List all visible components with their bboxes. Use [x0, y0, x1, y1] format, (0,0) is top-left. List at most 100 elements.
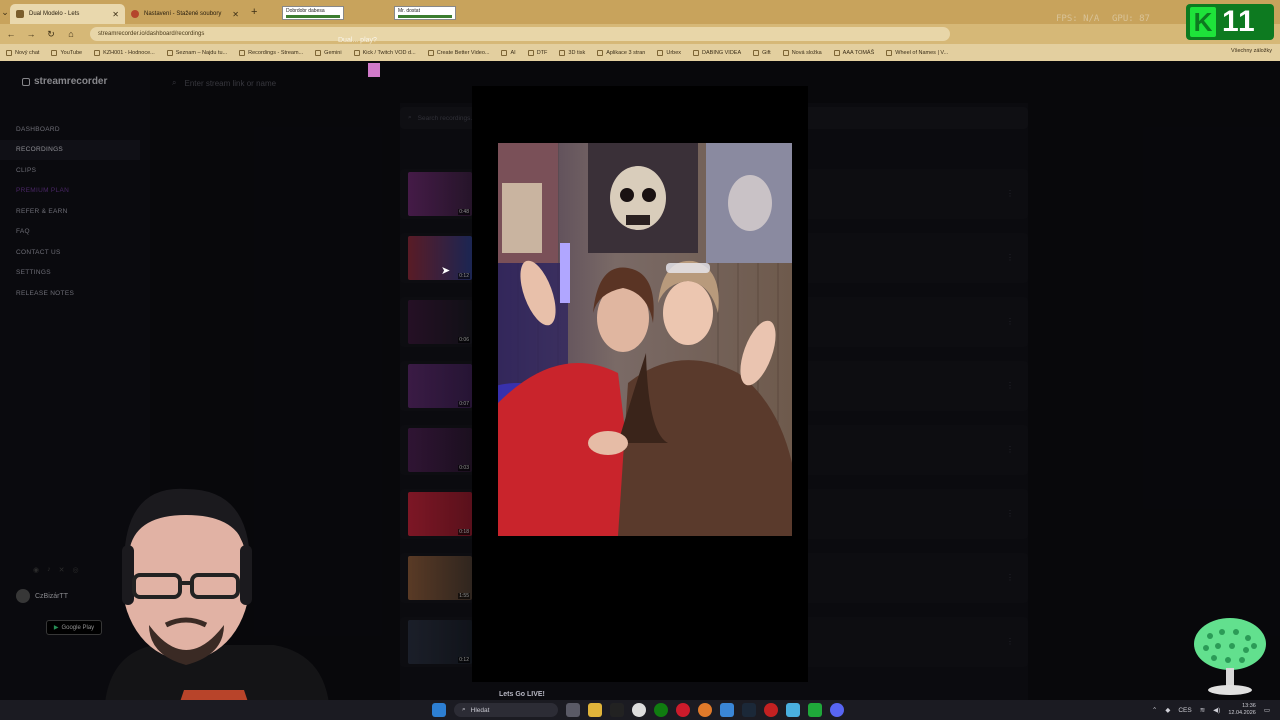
bookmark-item[interactable]: Create Better Video... — [427, 49, 489, 56]
tab-favicon-icon — [16, 10, 24, 18]
folder-icon — [427, 49, 434, 56]
bookmark-label: AAA TOMÁŠ — [842, 49, 875, 56]
folder-icon — [886, 49, 893, 56]
home-icon[interactable]: ⌂ — [66, 29, 76, 39]
address-bar: ← → ↻ ⌂ streamrecorder.io/dashboard/reco… — [0, 24, 1280, 44]
bookmark-item[interactable]: Aplikace 3 stran — [597, 49, 646, 56]
mini-window-bar — [286, 15, 340, 18]
bookmark-item[interactable]: Gift — [753, 49, 771, 56]
bookmark-item[interactable]: Wheel of Names | V... — [886, 49, 949, 56]
file-explorer-icon[interactable] — [588, 703, 602, 717]
gpu-readout: GPU: 87 — [1112, 14, 1150, 24]
folder-icon — [51, 49, 58, 56]
folder-icon — [239, 49, 246, 56]
bookmark-label: 3D tisk — [568, 49, 586, 56]
bookmark-item[interactable]: DABING VIDEA — [693, 49, 742, 56]
tab-active[interactable]: Dual Modelo - Lets ✕ — [10, 4, 125, 24]
forward-icon[interactable]: → — [26, 29, 36, 39]
bookmark-item[interactable]: DTF — [527, 49, 547, 56]
gear-icon — [131, 10, 139, 18]
close-icon[interactable]: ✕ — [232, 10, 239, 19]
folder-icon — [753, 49, 760, 56]
media-player-icon[interactable] — [808, 703, 822, 717]
bookmark-label: Urbex — [666, 49, 682, 56]
back-icon[interactable]: ← — [6, 29, 16, 39]
bookmark-item[interactable]: YouTube — [51, 49, 83, 56]
folder-icon — [559, 49, 566, 56]
bookmark-item[interactable]: KZH001 - Hodnoce... — [94, 49, 155, 56]
close-icon[interactable]: ✕ — [112, 10, 119, 19]
all-bookmarks-link[interactable]: Všechny záložky — [1231, 48, 1272, 54]
bookmark-label: Gift — [762, 49, 771, 56]
tray-app-icon[interactable]: ◆ — [1165, 706, 1170, 714]
bookmark-item[interactable]: Seznam – Najdu tu... — [166, 49, 227, 56]
tab-title: Nastavení - Stažené soubory — [144, 11, 222, 17]
folder-icon — [315, 49, 322, 56]
video-still — [498, 143, 792, 536]
folder-icon — [6, 49, 12, 56]
bookmark-label: Recordings - Stream... — [248, 49, 304, 56]
floating-label: Dual... play? — [338, 37, 377, 44]
search-icon: ⌕ — [462, 706, 466, 713]
tab-menu-icon[interactable]: ⌄ — [0, 7, 10, 18]
recording-title[interactable]: Lets Go LIVE! — [499, 691, 545, 698]
clock[interactable]: 13:36 12.04.2026 — [1228, 703, 1256, 717]
folder-icon — [501, 49, 508, 56]
recorder-icon[interactable] — [764, 703, 778, 717]
url-field[interactable]: streamrecorder.io/dashboard/recordings — [90, 27, 950, 41]
chevron-up-icon[interactable]: ⌃ — [1152, 706, 1157, 714]
folder-icon — [657, 49, 664, 56]
video-frame[interactable] — [498, 143, 792, 536]
bookmark-item[interactable]: Kick / Twitch VOD d... — [353, 49, 416, 56]
tab-title: Dual Modelo - Lets — [29, 11, 80, 17]
bookmark-item[interactable]: Gemini — [315, 49, 342, 56]
xbox-icon[interactable] — [654, 703, 668, 717]
bookmark-item[interactable]: AAA TOMÁŠ — [833, 49, 875, 56]
goblet-icon — [1194, 618, 1266, 695]
steam-icon[interactable] — [742, 703, 756, 717]
wifi-icon[interactable]: ≋ — [1200, 706, 1205, 714]
notepad-icon[interactable] — [786, 703, 800, 717]
bookmark-item[interactable]: AI — [501, 49, 516, 56]
bookmark-item[interactable]: Urbex — [657, 49, 682, 56]
bookmarks-bar: Nový chat YouTube KZH001 - Hodnoce... Sezna… — [0, 44, 1280, 61]
bookmark-label: DABING VIDEA — [702, 49, 742, 56]
volume-icon[interactable]: ◀) — [1213, 706, 1220, 714]
bookmark-item[interactable]: Nový chat — [6, 49, 40, 56]
folder-icon — [833, 49, 840, 56]
bookmark-label: Aplikace 3 stran — [606, 49, 646, 56]
bookmark-item[interactable]: Recordings - Stream... — [239, 49, 304, 56]
webcam-overlay — [94, 475, 340, 720]
taskbar-search[interactable]: ⌕ Hledat — [454, 703, 558, 717]
task-view-icon[interactable] — [566, 703, 580, 717]
reload-icon[interactable]: ↻ — [46, 29, 56, 40]
windows-start-icon[interactable] — [432, 703, 446, 717]
badge-number: 11 — [1222, 5, 1256, 38]
folder-icon — [166, 49, 173, 56]
folder-icon — [597, 49, 604, 56]
score-badge: K 11 — [1186, 4, 1274, 40]
browser-icon[interactable] — [698, 703, 712, 717]
tiktok-app-icon[interactable] — [610, 703, 624, 717]
pinned-app-icon — [368, 63, 380, 77]
mini-window-title: Mr. dostat — [398, 8, 420, 14]
tab-inactive[interactable]: Nastavení - Stažené soubory ✕ — [125, 4, 245, 24]
new-tab-button[interactable]: + — [245, 6, 263, 18]
app-icon[interactable] — [720, 703, 734, 717]
bookmark-label: Nový chat — [15, 49, 40, 56]
discord-app-icon[interactable] — [830, 703, 844, 717]
bookmark-item[interactable]: Nová složka — [782, 49, 822, 56]
taskbar: ⌕ Hledat ⌃ ◆ CES ≋ ◀) 13:36 12.04.2026 ▭ — [0, 700, 1280, 720]
bookmark-item[interactable]: 3D tisk — [559, 49, 586, 56]
chatgpt-icon[interactable] — [632, 703, 646, 717]
bookmark-label: Kick / Twitch VOD d... — [362, 49, 416, 56]
badge-letter: K — [1190, 7, 1216, 37]
bookmark-label: YouTube — [60, 49, 83, 56]
language-indicator[interactable]: CES — [1178, 707, 1191, 714]
notifications-icon[interactable]: ▭ — [1264, 706, 1270, 714]
video-player-modal[interactable] — [472, 86, 808, 682]
opera-icon[interactable] — [676, 703, 690, 717]
folder-icon — [527, 49, 534, 56]
mini-window-bar — [398, 15, 452, 18]
bookmark-label: Wheel of Names | V... — [895, 49, 949, 56]
